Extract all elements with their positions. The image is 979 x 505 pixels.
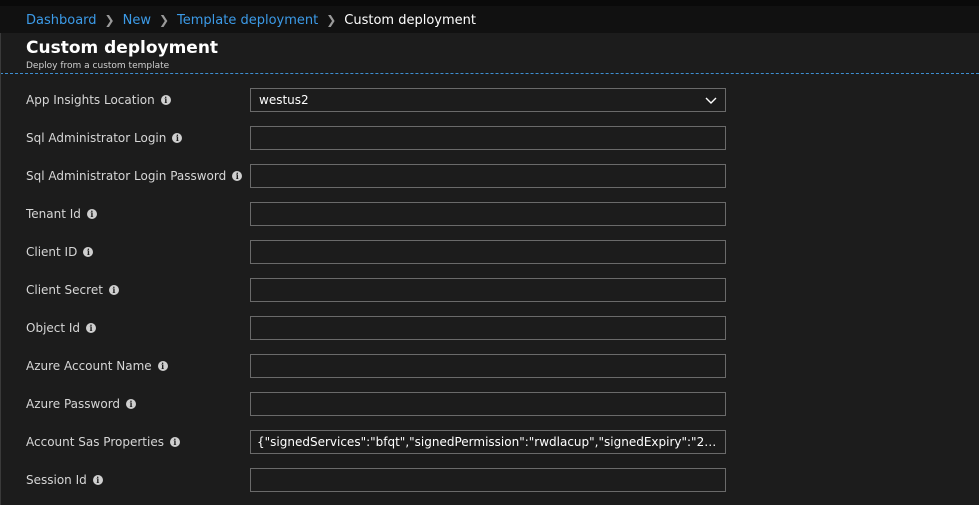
form-row-azure-password: Azure Password i bbox=[0, 392, 979, 422]
breadcrumb-dashboard[interactable]: Dashboard bbox=[26, 13, 97, 28]
client-secret-label: Client Secret bbox=[26, 283, 103, 297]
chevron-right-icon: ❯ bbox=[158, 13, 170, 27]
field-label: Session Id i bbox=[26, 468, 103, 492]
info-icon[interactable]: i bbox=[160, 95, 171, 105]
object-id-input[interactable] bbox=[250, 316, 726, 340]
top-strip bbox=[0, 0, 979, 6]
azure-account-name-input[interactable] bbox=[250, 354, 726, 378]
azure-password-label: Azure Password bbox=[26, 397, 121, 411]
page-title: Custom deployment bbox=[26, 38, 219, 58]
azure-password-input[interactable] bbox=[250, 392, 726, 416]
form-row-client-secret: Client Secret i bbox=[0, 278, 979, 308]
blade-edge bbox=[0, 33, 1, 505]
info-icon[interactable]: i bbox=[86, 209, 97, 219]
client-id-label: Client ID bbox=[26, 245, 78, 259]
breadcrumb-new[interactable]: New bbox=[123, 13, 151, 28]
session-id-input[interactable] bbox=[250, 468, 726, 492]
form-row-object-id: Object Id i bbox=[0, 316, 979, 346]
app-insights-location-select[interactable]: westus2 bbox=[250, 88, 726, 112]
form-row-sql-admin-login-password: Sql Administrator Login Password i bbox=[0, 164, 979, 194]
field-label: Client Secret i bbox=[26, 278, 119, 302]
session-id-label: Session Id bbox=[26, 473, 87, 487]
azure-account-name-label: Azure Account Name bbox=[26, 359, 152, 373]
client-secret-input[interactable] bbox=[250, 278, 726, 302]
blade-header: Custom deployment Deploy from a custom t… bbox=[0, 33, 979, 74]
field-label: Client ID i bbox=[26, 240, 94, 264]
custom-deployment-blade: Custom deployment Deploy from a custom t… bbox=[0, 33, 979, 505]
info-icon[interactable]: i bbox=[232, 171, 243, 181]
field-label: Azure Account Name i bbox=[26, 354, 168, 378]
form-row-app-insights-location: App Insights Location i westus2 bbox=[0, 88, 979, 118]
sql-admin-login-password-label: Sql Administrator Login Password bbox=[26, 169, 227, 183]
info-icon[interactable]: i bbox=[108, 285, 119, 295]
breadcrumb-template-deployment[interactable]: Template deployment bbox=[177, 13, 318, 28]
tenant-id-label: Tenant Id bbox=[26, 207, 81, 221]
info-icon[interactable]: i bbox=[83, 247, 94, 257]
app-insights-location-label: App Insights Location bbox=[26, 93, 155, 107]
info-icon[interactable]: i bbox=[172, 133, 183, 143]
field-label: App Insights Location i bbox=[26, 88, 171, 112]
info-icon[interactable]: i bbox=[169, 437, 180, 447]
page-subtitle: Deploy from a custom template bbox=[26, 61, 170, 71]
chevron-down-icon bbox=[705, 97, 717, 104]
account-sas-properties-label: Account Sas Properties bbox=[26, 435, 164, 449]
breadcrumb: Dashboard ❯ New ❯ Template deployment ❯ … bbox=[26, 9, 476, 31]
field-label: Sql Administrator Login Password i bbox=[26, 164, 243, 188]
info-icon[interactable]: i bbox=[157, 361, 168, 371]
object-id-label: Object Id bbox=[26, 321, 81, 335]
client-id-input[interactable] bbox=[250, 240, 726, 264]
field-label: Sql Administrator Login i bbox=[26, 126, 183, 150]
sql-admin-login-input[interactable] bbox=[250, 126, 726, 150]
field-label: Azure Password i bbox=[26, 392, 137, 416]
tenant-id-input[interactable] bbox=[250, 202, 726, 226]
account-sas-properties-value: {"signedServices":"bfqt","signedPermissi… bbox=[257, 435, 719, 449]
field-label: Tenant Id i bbox=[26, 202, 97, 226]
chevron-right-icon: ❯ bbox=[104, 13, 115, 27]
form-row-azure-account-name: Azure Account Name i bbox=[0, 354, 979, 384]
account-sas-properties-input[interactable]: {"signedServices":"bfqt","signedPermissi… bbox=[250, 430, 726, 454]
sql-admin-login-label: Sql Administrator Login bbox=[26, 131, 167, 145]
form-row-client-id: Client ID i bbox=[0, 240, 979, 270]
form-row-account-sas-properties: Account Sas Properties i {"signedService… bbox=[0, 430, 979, 460]
form-row-tenant-id: Tenant Id i bbox=[0, 202, 979, 232]
breadcrumb-current: Custom deployment bbox=[344, 12, 476, 28]
info-icon[interactable]: i bbox=[92, 475, 103, 485]
app-insights-location-value: westus2 bbox=[259, 93, 309, 107]
sql-admin-login-password-input[interactable] bbox=[250, 164, 726, 188]
info-icon[interactable]: i bbox=[126, 399, 137, 409]
field-label: Account Sas Properties i bbox=[26, 430, 180, 454]
form-row-sql-admin-login: Sql Administrator Login i bbox=[0, 126, 979, 156]
form-row-session-id: Session Id i bbox=[0, 468, 979, 498]
info-icon[interactable]: i bbox=[86, 323, 97, 333]
chevron-right-icon: ❯ bbox=[326, 13, 337, 27]
field-label: Object Id i bbox=[26, 316, 97, 340]
